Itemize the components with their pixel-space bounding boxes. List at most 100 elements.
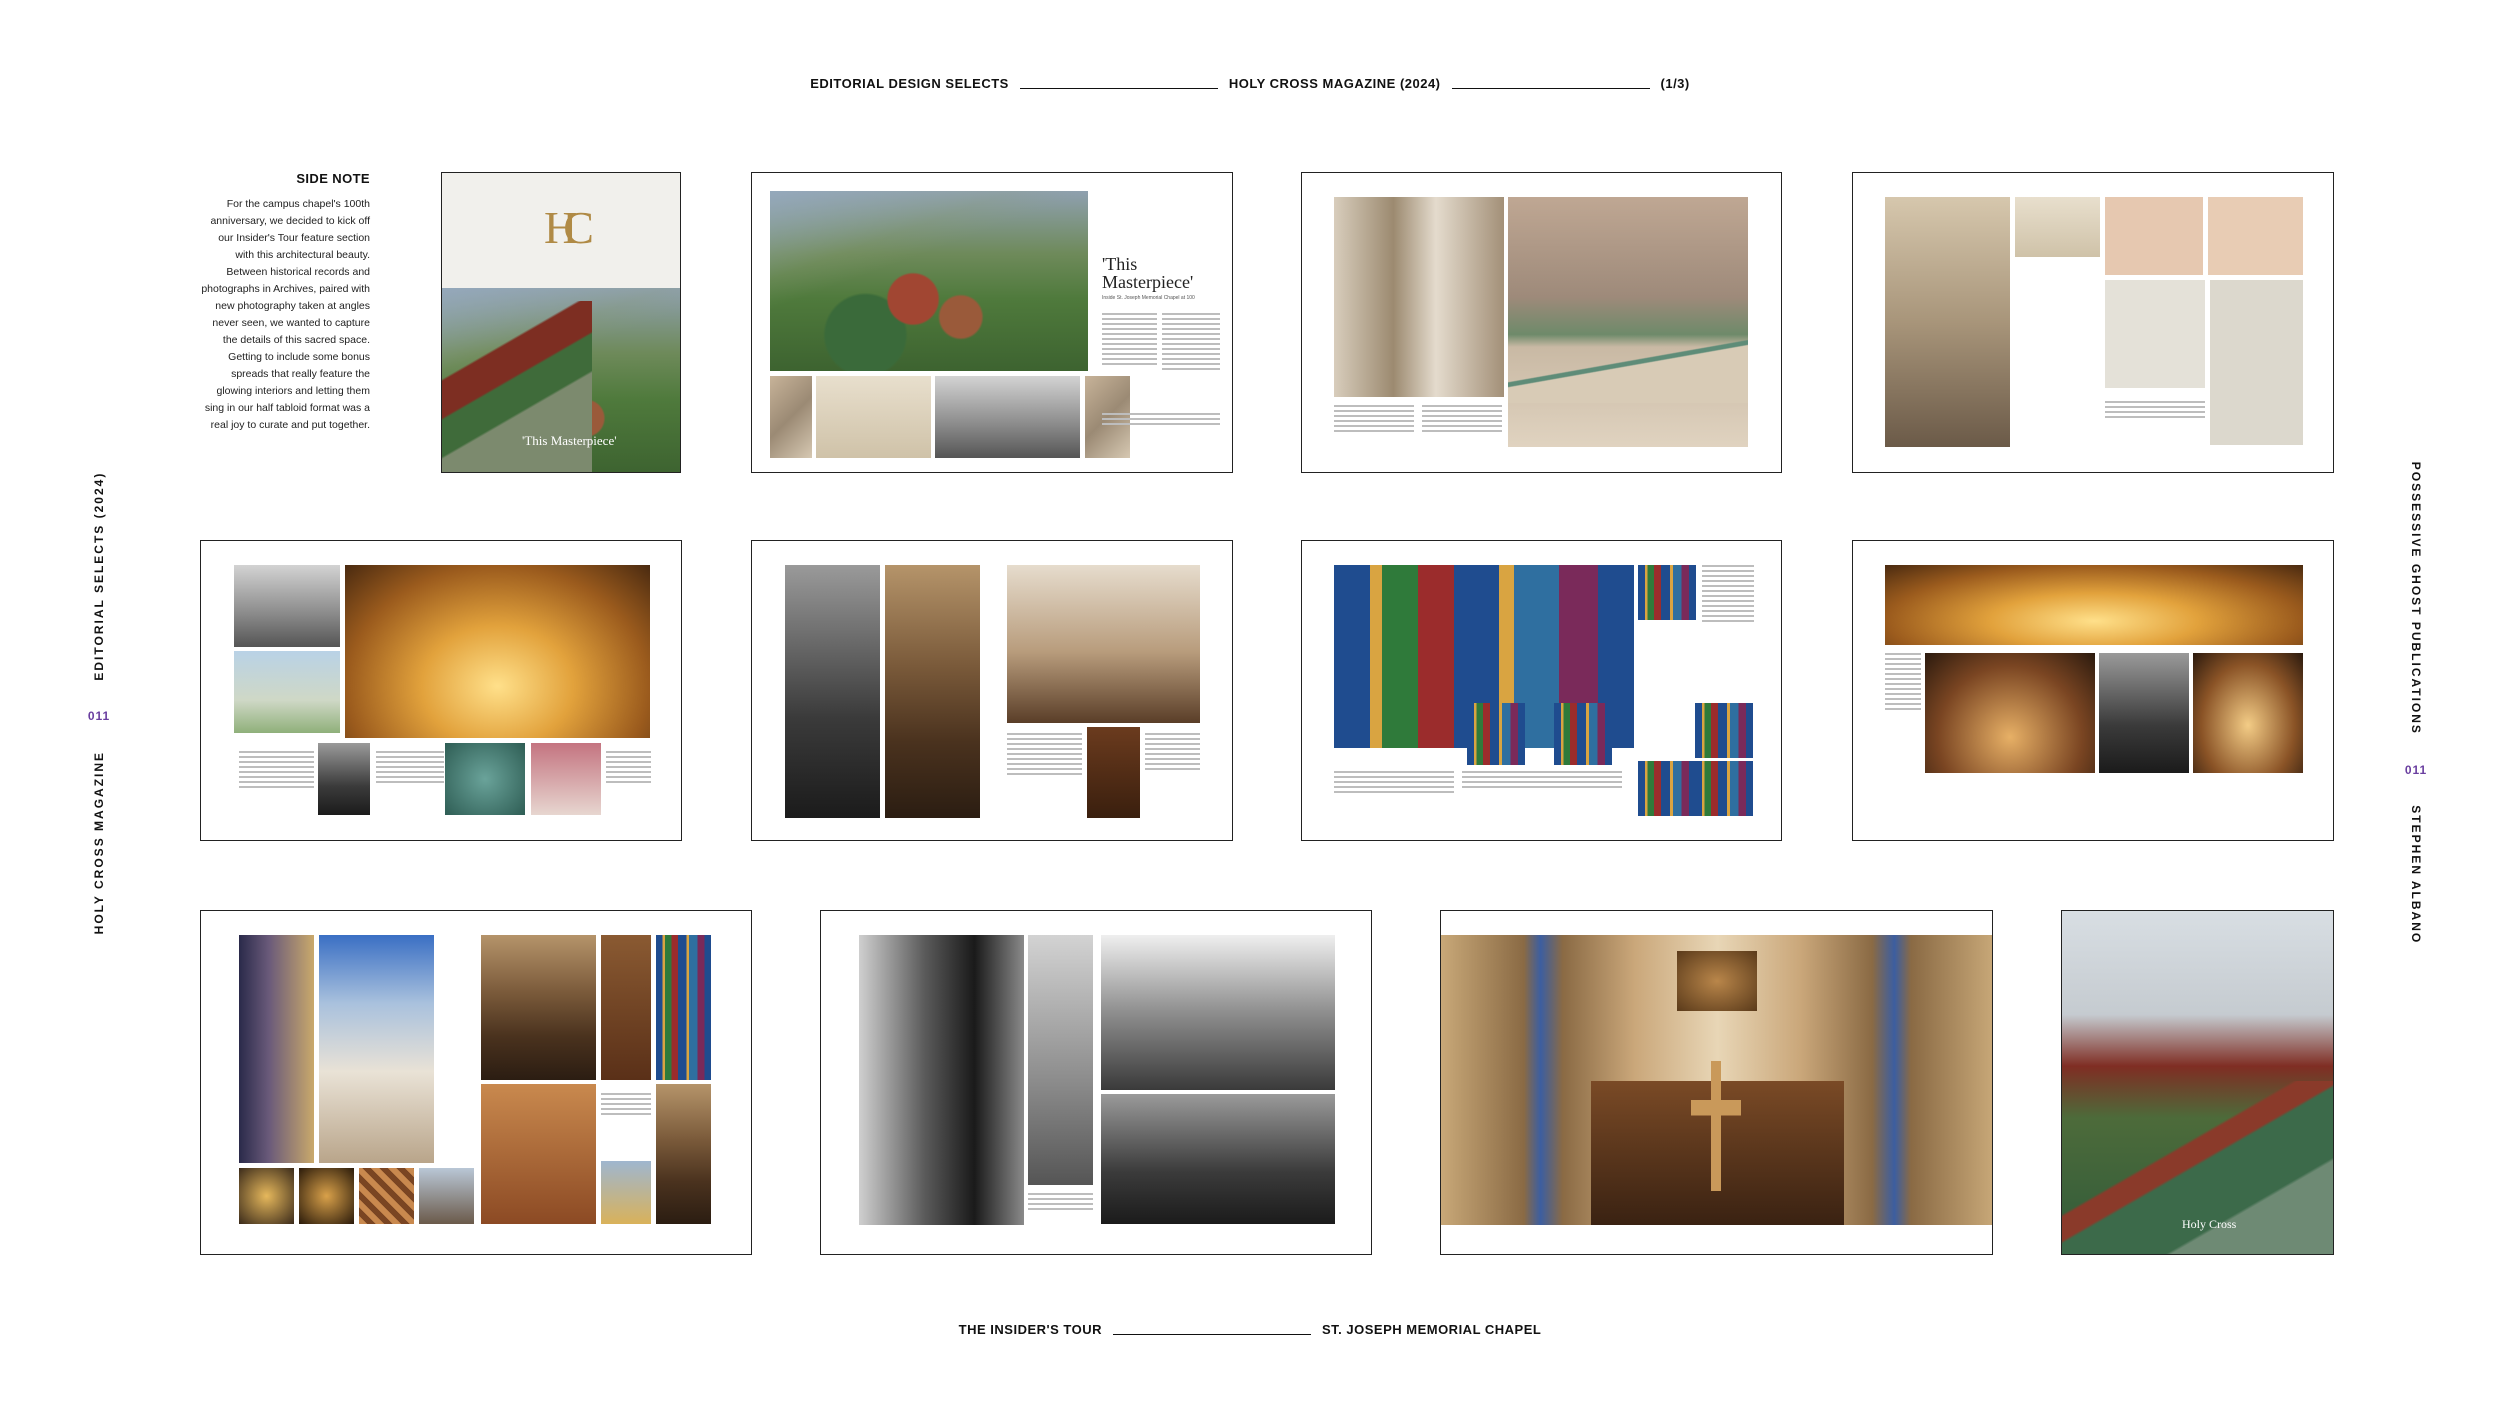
archive-newspaper (2210, 280, 2303, 445)
spread-blackwhite (820, 910, 1372, 1255)
bw-gate-photo (859, 935, 1024, 1225)
back-cover-title: Holy Cross (2182, 1217, 2237, 1231)
spread-windows (1301, 540, 1782, 841)
columns-pediment-photo (1508, 197, 1748, 447)
panorama-organ (1677, 951, 1757, 1011)
windows-text-2 (1334, 771, 1454, 796)
crypt-bw-photo (2099, 653, 2189, 773)
side-note-title: SIDE NOTE (296, 171, 370, 186)
bw-exterior-photo (1101, 935, 1335, 1090)
right-label-publisher: POSSESSIVE GHOST PUBLICATIONS (2409, 461, 2423, 735)
apse-text-2 (376, 751, 444, 786)
spread-details (200, 910, 752, 1255)
details-ornament-photo (481, 1084, 596, 1224)
details-tile-4 (419, 1168, 474, 1224)
spread-back-cover: Holy Cross (2061, 910, 2334, 1255)
apse-detail (531, 743, 601, 815)
archive-chapel-photo (1885, 197, 2010, 447)
left-page-number: 011 (87, 708, 111, 723)
opener-text-column (1102, 313, 1157, 368)
cover-title: 'This Masterpiece' (522, 433, 617, 448)
spread-panorama (1440, 910, 1993, 1255)
details-pews-photo (481, 935, 596, 1080)
archive-drawing-2 (2208, 197, 2303, 275)
left-label-selects: EDITORIAL SELECTS (2024) (92, 471, 106, 681)
windows-detail-4 (1695, 703, 1753, 758)
right-side-label: POSSESSIVE GHOST PUBLICATIONS 011 STEPHE… (2405, 461, 2427, 945)
archive-drawing-1 (2105, 197, 2203, 275)
crypt-text (1885, 653, 1921, 713)
crypt-altar-photo (2193, 653, 2303, 773)
apse-dome-photo (345, 565, 650, 738)
page-header: EDITORIAL DESIGN SELECTS HOLY CROSS MAGA… (0, 76, 2500, 91)
nave-organ-photo (885, 565, 980, 818)
spread-apse (200, 540, 682, 841)
opener-document (816, 376, 931, 458)
apse-painting (234, 651, 340, 733)
right-label-author: STEPHEN ALBANO (2409, 805, 2423, 945)
details-pipes-photo (656, 1084, 711, 1224)
right-page-number: 011 (2404, 763, 2428, 778)
details-tile-2 (299, 1168, 354, 1224)
apse-text-1 (239, 751, 314, 791)
left-label-magazine: HOLY CROSS MAGAZINE (92, 750, 106, 935)
windows-detail-5 (1638, 761, 1696, 816)
spread-opener: 'This Masterpiece' Inside St. Joseph Mem… (751, 172, 1233, 473)
bw-statue-photo (1028, 935, 1093, 1185)
details-column-photo (319, 935, 434, 1163)
columns-pediment-shape (1508, 323, 1748, 403)
details-cross-photo (601, 1161, 651, 1224)
columns-text-2 (1422, 405, 1502, 435)
opener-text-column-2 (1162, 313, 1220, 373)
spread-columns (1301, 172, 1782, 473)
crypt-ceiling-photo (1885, 565, 2303, 645)
windows-detail-1 (1638, 565, 1696, 620)
spread-crypt (1852, 540, 2334, 841)
opener-text-column-3 (1102, 413, 1220, 428)
header-rule-left (1019, 88, 1218, 89)
windows-text-3 (1462, 771, 1622, 791)
spread-archive (1852, 172, 2334, 473)
side-note-body: For the campus chapel's 100th anniversar… (201, 198, 370, 431)
header-rule-right (1451, 88, 1650, 89)
apse-archive-photo (234, 565, 340, 647)
panorama-cross (1691, 1061, 1741, 1191)
windows-detail-3 (1554, 703, 1612, 765)
header-page-count: (1/3) (1660, 76, 1690, 91)
details-text (601, 1093, 651, 1118)
header-left-label: EDITORIAL DESIGN SELECTS (810, 76, 1009, 91)
nave-text-2 (1145, 733, 1200, 773)
nave-text-1 (1007, 733, 1082, 778)
archive-text (2105, 401, 2205, 421)
windows-detail-6 (1695, 761, 1753, 816)
opener-group-photo (935, 376, 1080, 458)
details-arch-photo (239, 935, 314, 1163)
side-note: SIDE NOTE For the campus chapel's 100th … (200, 171, 370, 434)
details-tile-3 (359, 1168, 414, 1224)
spread-nave (751, 540, 1233, 841)
opener-aerial-photo (770, 191, 1088, 371)
apse-text-3 (606, 751, 651, 786)
archive-plan (2105, 280, 2205, 388)
crypt-room-photo (1925, 653, 2095, 773)
bw-caption (1028, 1193, 1093, 1213)
archive-letter (2015, 197, 2100, 257)
spread-cover: HC 'This Masterpiece' (441, 172, 681, 473)
details-glass-photo (656, 935, 711, 1080)
footer-left-label: THE INSIDER'S TOUR (958, 1322, 1102, 1337)
left-side-label: HOLY CROSS MAGAZINE 011 EDITORIAL SELECT… (88, 471, 110, 935)
windows-text-1 (1702, 565, 1754, 625)
apse-portrait (318, 743, 370, 815)
header-center-label: HOLY CROSS MAGAZINE (2024) (1228, 76, 1441, 91)
nave-bw-photo (785, 565, 880, 818)
nave-interior-photo (1007, 565, 1200, 723)
nave-plaque (1087, 727, 1140, 818)
apse-medallion (445, 743, 525, 815)
opener-subtitle: Inside St. Joseph Memorial Chapel at 100 (1102, 295, 1195, 301)
footer-rule (1112, 1334, 1311, 1335)
columns-text-1 (1334, 405, 1414, 435)
details-carving-photo (601, 935, 651, 1080)
page-footer: THE INSIDER'S TOUR ST. JOSEPH MEMORIAL C… (0, 1322, 2500, 1337)
footer-right-label: ST. JOSEPH MEMORIAL CHAPEL (1321, 1322, 1542, 1337)
columns-capital-photo (1334, 197, 1504, 397)
